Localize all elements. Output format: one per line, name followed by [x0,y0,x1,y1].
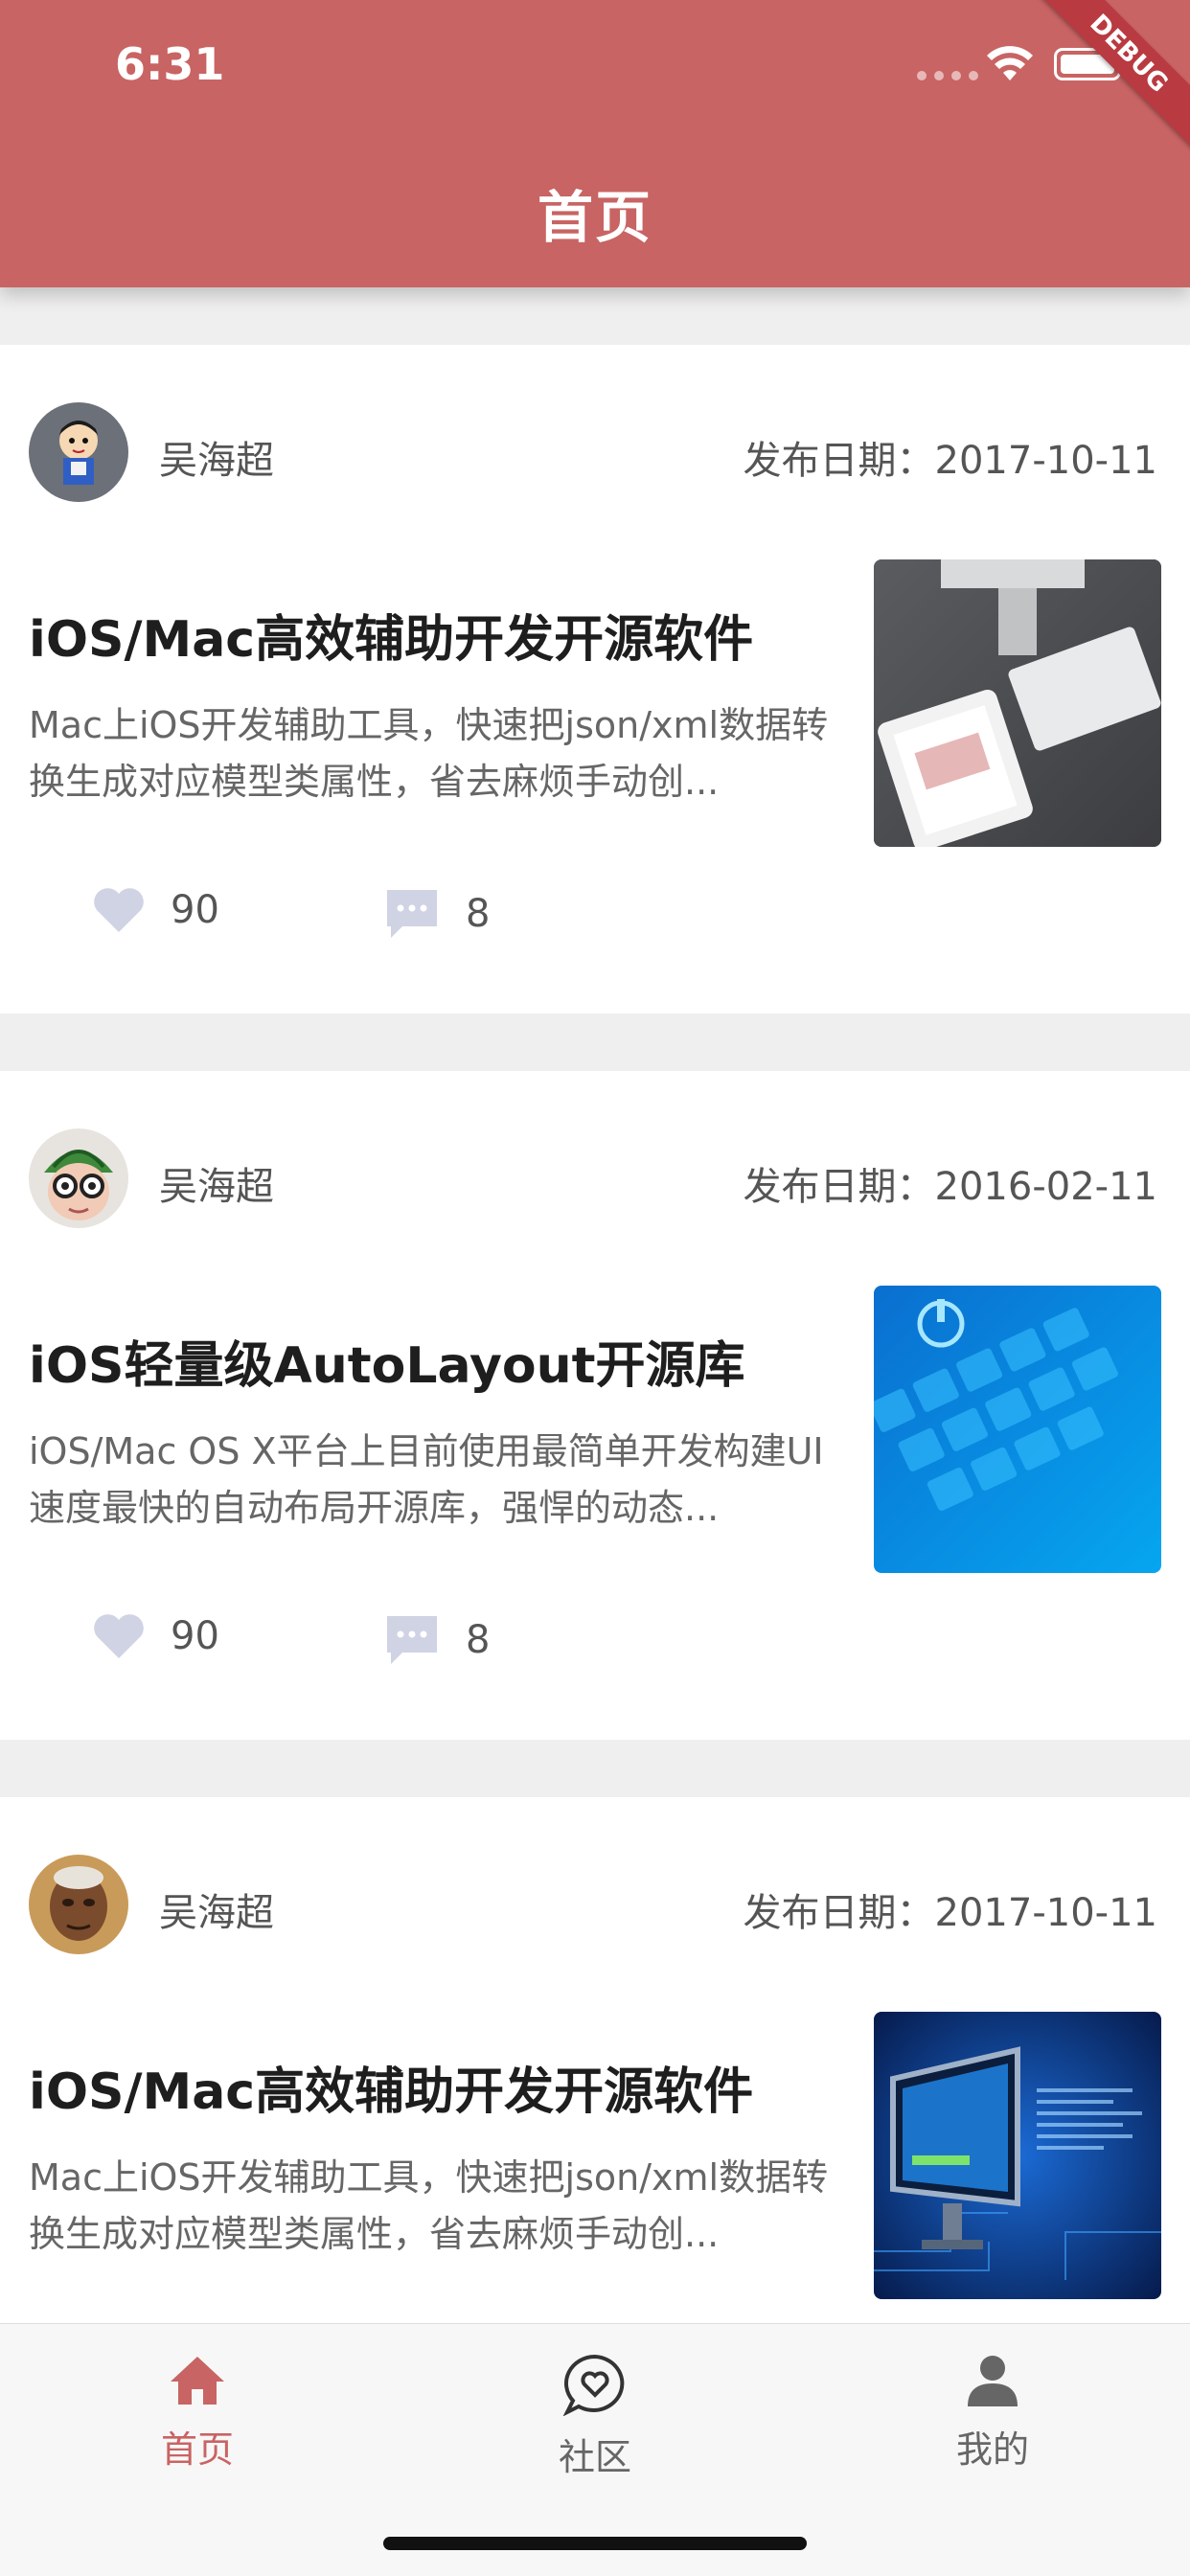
home-icon [171,2357,224,2405]
home-indicator[interactable] [383,2537,807,2550]
comment-button[interactable]: 8 [383,886,490,942]
desk-tablet-image [874,559,1161,847]
app-bar: 6:31 首页 DEBUG [0,0,1190,287]
like-button[interactable]: 90 [92,886,219,934]
tab-label: 首页 [160,2428,234,2471]
wifi-icon [987,46,1033,80]
community-icon [562,2354,625,2417]
comment-icon [387,1616,437,1664]
author-name: 吴海超 [159,439,274,483]
blue-keyboard-image [874,1286,1161,1573]
comment-count: 8 [466,892,491,936]
article-title[interactable]: iOS轻量级AutoLayout开源库 [29,1325,744,1397]
author-name: 吴海超 [159,1165,274,1209]
article-card[interactable]: 吴海超 发布日期：2016-02-11 iOS轻量级AutoLayout开源库 … [0,1071,1190,1740]
author-name: 吴海超 [159,1891,274,1935]
heart-icon [94,1614,144,1658]
tab-home[interactable]: 首页 [82,2353,312,2473]
like-count: 90 [171,888,219,932]
comment-button[interactable]: 8 [383,1612,490,1668]
article-summary: Mac上iOS开发辅助工具，快速把json/xml数据转换生成对应模型类属性，省… [29,2156,829,2255]
article-title[interactable]: iOS/Mac高效辅助开发开源软件 [29,599,753,671]
portrait-avatar [29,1855,128,1954]
blue-monitor-image [874,2012,1161,2299]
article-summary: iOS/Mac OS X平台上目前使用最简单开发构建UI速度最快的自动布局开源库… [29,1430,824,1529]
bottom-tab-bar: 首页 社区 我的 [0,2323,1190,2576]
comment-icon [387,890,437,938]
tab-profile[interactable]: 我的 [878,2353,1108,2473]
melon-avatar [29,1128,128,1228]
page-title: 首页 [537,185,652,250]
article-card[interactable]: 吴海超 发布日期：2017-10-11 iOS/Mac高效辅助开发开源软件 Ma… [0,345,1190,1014]
like-count: 90 [171,1614,219,1658]
article-summary: Mac上iOS开发辅助工具，快速把json/xml数据转换生成对应模型类属性，省… [29,704,829,803]
like-button[interactable]: 90 [92,1612,219,1660]
publish-date: 发布日期：2017-10-11 [743,439,1157,483]
publish-date: 发布日期：2016-02-11 [743,1165,1157,1209]
cartoon-avatar [29,402,128,502]
publish-date: 发布日期：2017-10-11 [743,1891,1157,1935]
comment-count: 8 [466,1618,491,1662]
article-title[interactable]: iOS/Mac高效辅助开发开源软件 [29,2051,753,2123]
heart-icon [94,888,144,932]
tab-label: 社区 [558,2436,631,2478]
tab-community[interactable]: 社区 [480,2353,710,2480]
signal-icon [917,71,978,80]
profile-icon [968,2356,1018,2406]
status-time: 6:31 [115,38,225,90]
tab-label: 我的 [955,2428,1029,2471]
